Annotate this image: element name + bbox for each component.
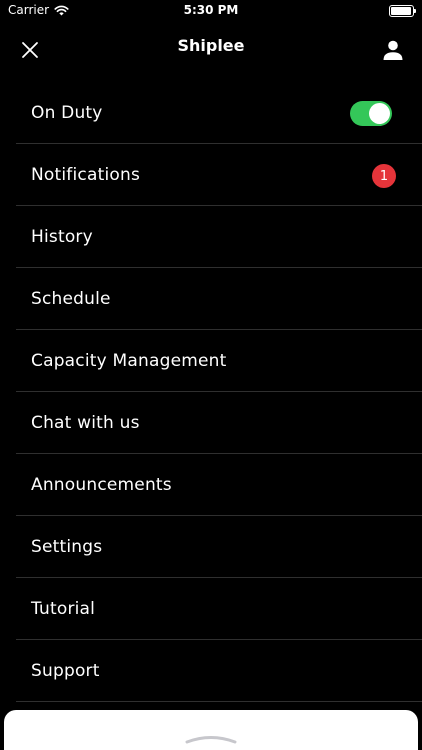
menu-item-label: History <box>31 227 93 247</box>
battery-level <box>391 7 411 15</box>
profile-icon <box>383 40 403 60</box>
menu-item-on-duty[interactable]: On Duty <box>16 82 422 144</box>
page-title: Shiplee <box>177 36 245 55</box>
menu-item-label: Notifications <box>31 165 140 185</box>
sheet-handle[interactable] <box>183 730 239 744</box>
menu-item-label: Capacity Management <box>31 351 227 371</box>
side-menu: On Duty Notifications 1 History Schedule… <box>16 82 422 702</box>
battery-icon <box>389 5 416 17</box>
menu-item-label: Schedule <box>31 289 111 309</box>
menu-item-history[interactable]: History <box>16 206 422 268</box>
menu-item-settings[interactable]: Settings <box>16 516 422 578</box>
menu-item-label: Announcements <box>31 475 172 495</box>
menu-item-label: Chat with us <box>31 413 140 433</box>
menu-item-notifications[interactable]: Notifications 1 <box>16 144 422 206</box>
menu-item-label: Settings <box>31 537 103 557</box>
toggle-knob <box>369 103 390 124</box>
status-bar: Carrier 5:30 PM <box>0 0 422 22</box>
side-menu-screen: Carrier 5:30 PM Shiplee On Duty Notifica… <box>0 0 422 750</box>
menu-item-schedule[interactable]: Schedule <box>16 268 422 330</box>
notification-count-badge: 1 <box>372 164 396 188</box>
menu-item-label: Support <box>31 661 100 681</box>
status-time: 5:30 PM <box>183 3 239 17</box>
menu-item-chat-with-us[interactable]: Chat with us <box>16 392 422 454</box>
menu-item-announcements[interactable]: Announcements <box>16 454 422 516</box>
menu-item-label: On Duty <box>31 103 103 123</box>
menu-item-capacity-management[interactable]: Capacity Management <box>16 330 422 392</box>
bottom-sheet[interactable] <box>4 710 418 750</box>
menu-item-tutorial[interactable]: Tutorial <box>16 578 422 640</box>
menu-item-label: Tutorial <box>31 599 96 619</box>
profile-button[interactable] <box>380 36 406 64</box>
chevron-up-icon <box>185 736 237 744</box>
menu-item-support[interactable]: Support <box>16 640 422 702</box>
on-duty-toggle[interactable] <box>350 101 392 126</box>
nav-bar: Shiplee <box>0 26 422 72</box>
